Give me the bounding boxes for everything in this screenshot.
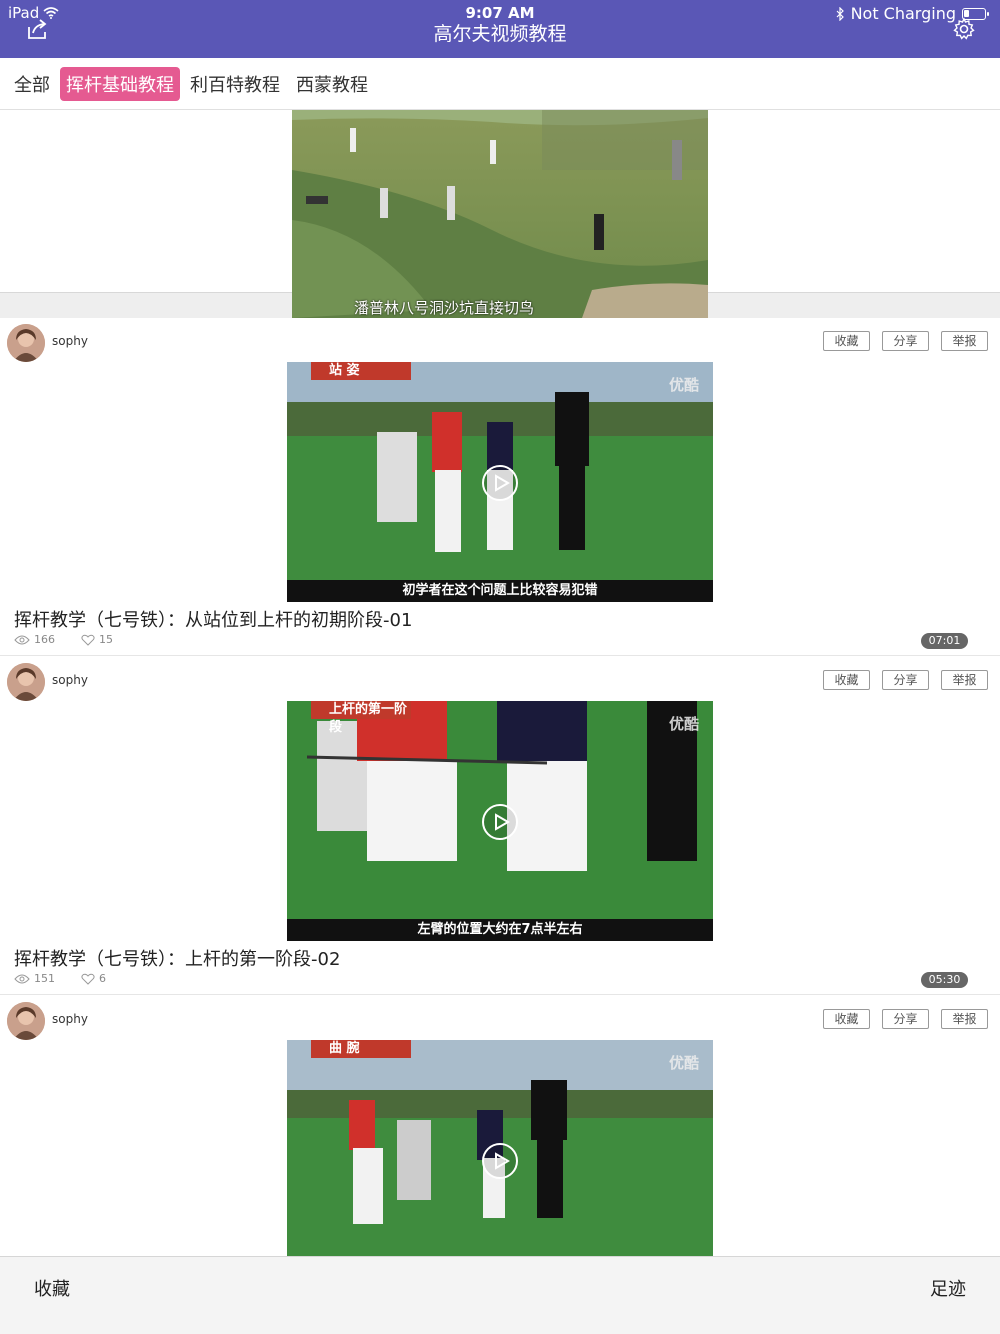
avatar[interactable]: [7, 1002, 45, 1040]
video-title[interactable]: 挥杆教学（七号铁）：上杆的第一阶段-02: [14, 945, 340, 971]
duration-badge: 07:01: [921, 633, 968, 649]
username[interactable]: sophy: [52, 673, 88, 687]
gear-icon[interactable]: [952, 17, 976, 41]
username[interactable]: sophy: [52, 1012, 88, 1026]
page-title: 高尔夫视频教程: [433, 23, 567, 45]
heart-icon[interactable]: [81, 973, 95, 985]
golf-course-image: [292, 110, 708, 318]
favorite-button[interactable]: 收藏: [823, 670, 870, 690]
report-button[interactable]: 举报: [941, 1009, 988, 1029]
tab-ximeng[interactable]: 西蒙教程: [290, 67, 374, 101]
share-icon[interactable]: [25, 18, 49, 40]
history-button[interactable]: 足迹: [930, 1275, 966, 1301]
video-thumbnail[interactable]: 上杆的第一阶段 优酷 左臂的位置大约在7点半左右: [287, 701, 713, 941]
video-item: sophy 收藏 分享 举报 上杆的第一阶段 优酷 左臂的位置大约在7点半左右 …: [0, 657, 1000, 995]
item-actions: 收藏 分享 举报: [823, 1009, 988, 1029]
tab-swing-basics[interactable]: 挥杆基础教程: [60, 66, 180, 101]
share-button[interactable]: 分享: [882, 670, 929, 690]
like-count: 6: [99, 972, 106, 985]
views-icon: [14, 974, 30, 983]
video-badge: 站 姿: [311, 362, 411, 380]
view-count: 166: [34, 633, 55, 646]
charging-status: Not Charging: [850, 4, 956, 23]
play-icon[interactable]: [481, 803, 519, 841]
item-actions: 收藏 分享 举报: [823, 331, 988, 351]
report-button[interactable]: 举报: [941, 670, 988, 690]
share-button[interactable]: 分享: [882, 1009, 929, 1029]
avatar[interactable]: [7, 324, 45, 362]
share-button[interactable]: 分享: [882, 331, 929, 351]
bluetooth-icon: [836, 6, 844, 21]
video-subtitle: 左臂的位置大约在7点半左右: [287, 919, 713, 941]
play-icon[interactable]: [481, 1142, 519, 1180]
video-badge: 上杆的第一阶段: [311, 701, 411, 735]
favorite-button[interactable]: 收藏: [823, 331, 870, 351]
category-tabs: 全部 挥杆基础教程 利百特教程 西蒙教程: [0, 58, 1000, 110]
video-stats: 166 15: [14, 633, 113, 646]
video-stats: 151 6: [14, 972, 106, 985]
video-item: sophy 收藏 分享 举报 站 姿 优酷 初学者在这个问题上比较容易犯错 挥杆…: [0, 318, 1000, 656]
tab-all[interactable]: 全部: [8, 67, 56, 101]
video-title[interactable]: 挥杆教学（七号铁）：从站位到上杆的初期阶段-01: [14, 606, 412, 632]
featured-video[interactable]: 潘普林八号洞沙坑直接切鸟: [0, 110, 1000, 318]
play-icon[interactable]: [481, 464, 519, 502]
favorite-button[interactable]: 收藏: [823, 1009, 870, 1029]
watermark: 优酷: [668, 376, 699, 394]
bottom-toolbar: 收藏 足迹: [0, 1256, 1000, 1334]
like-count: 15: [99, 633, 113, 646]
views-icon: [14, 635, 30, 644]
duration-badge: 05:30: [921, 972, 968, 988]
watermark: 优酷: [668, 1054, 699, 1072]
video-item: sophy 收藏 分享 举报 曲 腕 优酷: [0, 996, 1000, 1256]
tab-libaite[interactable]: 利百特教程: [184, 67, 286, 101]
featured-thumbnail[interactable]: [292, 110, 708, 318]
featured-caption: 潘普林八号洞沙坑直接切鸟: [353, 299, 534, 317]
item-actions: 收藏 分享 举报: [823, 670, 988, 690]
username[interactable]: sophy: [52, 334, 88, 348]
favorites-button[interactable]: 收藏: [34, 1275, 70, 1301]
watermark: 优酷: [668, 715, 699, 733]
heart-icon[interactable]: [81, 634, 95, 646]
video-thumbnail[interactable]: 站 姿 优酷 初学者在这个问题上比较容易犯错: [287, 362, 713, 602]
view-count: 151: [34, 972, 55, 985]
avatar[interactable]: [7, 663, 45, 701]
video-badge: 曲 腕: [311, 1040, 411, 1058]
video-thumbnail[interactable]: 曲 腕 优酷: [287, 1040, 713, 1256]
header-bar: iPad 9:07 AM 高尔夫视频教程 Not Charging: [0, 0, 1000, 58]
report-button[interactable]: 举报: [941, 331, 988, 351]
video-subtitle: 初学者在这个问题上比较容易犯错: [287, 580, 713, 602]
